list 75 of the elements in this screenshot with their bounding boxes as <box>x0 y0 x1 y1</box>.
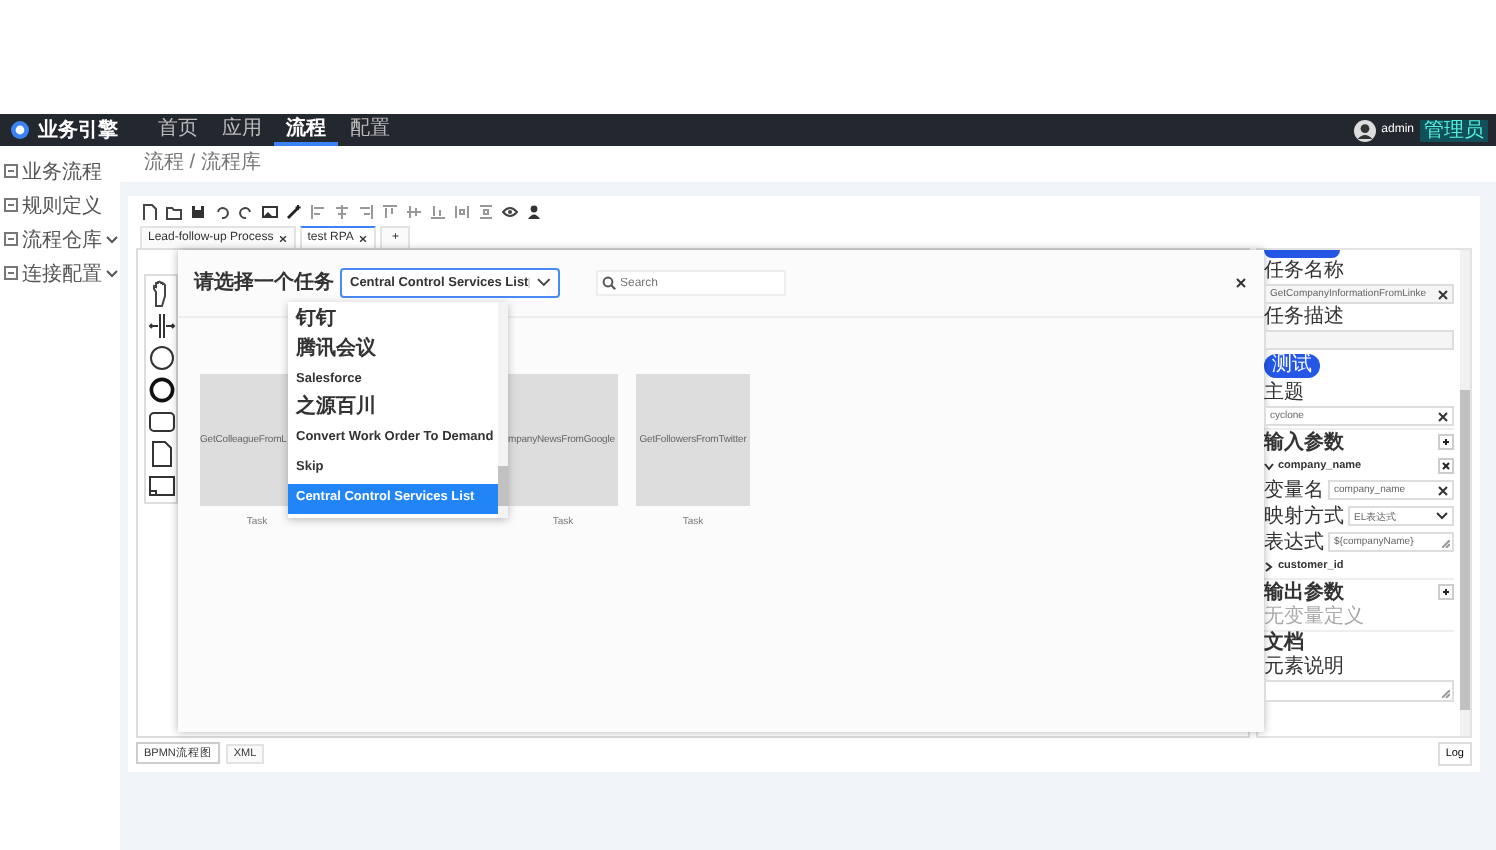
role-badge: 管理员 <box>1420 119 1488 141</box>
task-shape-icon[interactable] <box>147 408 175 436</box>
sidebar-item[interactable]: 流程仓库 <box>0 222 120 256</box>
field-label: 表达式 <box>1264 531 1324 553</box>
close-icon[interactable] <box>1234 276 1248 290</box>
align-left-icon[interactable] <box>310 203 326 219</box>
folder-icon[interactable] <box>166 203 182 219</box>
menu-item-icon <box>4 232 18 246</box>
section-title: 文档 <box>1264 630 1454 654</box>
add-button[interactable] <box>1438 434 1454 450</box>
sidebar-item[interactable]: 规则定义 <box>0 188 120 222</box>
align-center-icon[interactable] <box>334 203 350 219</box>
close-icon[interactable] <box>357 233 368 243</box>
file-icon[interactable] <box>142 203 158 219</box>
field-label: 元素说明 <box>1264 656 1346 678</box>
field-label: 变量名 <box>1264 479 1324 501</box>
sidebar-item[interactable]: 业务流程 <box>0 154 120 188</box>
breadcrumb: 流程 / 流程库 <box>120 146 1496 182</box>
align-middle-icon[interactable] <box>406 203 422 219</box>
wand-icon[interactable] <box>286 203 302 219</box>
image-icon[interactable] <box>262 203 278 219</box>
align-top-icon[interactable] <box>382 203 398 219</box>
menu-item-icon <box>4 164 18 178</box>
space-tool-icon[interactable] <box>147 312 175 340</box>
distribute-horizontal-icon[interactable] <box>454 203 470 219</box>
scrollbar[interactable] <box>498 302 508 518</box>
end-event-icon[interactable] <box>147 376 175 404</box>
align-right-icon[interactable] <box>358 203 374 219</box>
data-object-icon[interactable] <box>147 440 175 468</box>
person-icon[interactable] <box>526 203 542 219</box>
add-button[interactable] <box>1438 584 1454 600</box>
save-icon[interactable] <box>190 203 206 219</box>
chevron-down-icon <box>106 235 118 243</box>
clear-icon <box>1438 289 1448 299</box>
resize-grip-icon <box>1442 690 1450 698</box>
field-label: 任务名称 <box>1264 260 1346 282</box>
field-label: 映射方式 <box>1264 505 1344 527</box>
redo-icon[interactable] <box>238 203 254 219</box>
resize-grip-icon <box>1442 540 1450 548</box>
field-label: 任务描述 <box>1264 306 1346 328</box>
scrollbar[interactable] <box>1460 250 1470 736</box>
delete-button[interactable] <box>1438 458 1454 474</box>
task-description-field[interactable] <box>1264 330 1454 350</box>
chevron-right-icon <box>1264 561 1274 571</box>
app-title: 业务引擎 <box>38 117 118 144</box>
dialog-title: 请选择一个任务 <box>194 271 334 295</box>
subprocess-icon[interactable] <box>147 472 175 500</box>
distribute-vertical-icon[interactable] <box>478 203 494 219</box>
close-icon[interactable] <box>277 233 288 243</box>
clear-icon <box>1438 485 1448 495</box>
chevron-down-icon <box>1436 512 1448 520</box>
nav-tab[interactable]: 首页 <box>146 114 210 146</box>
avatar-icon <box>1353 119 1376 141</box>
align-bottom-icon[interactable] <box>430 203 446 219</box>
start-event-icon[interactable] <box>147 344 175 372</box>
dropdown-option[interactable]: 钉钉 <box>288 306 498 336</box>
search-icon <box>602 276 616 290</box>
section-title: 输出参数 <box>1264 581 1344 603</box>
menu-item-icon <box>4 266 18 280</box>
eye-icon[interactable] <box>502 203 518 219</box>
chevron-down-icon <box>106 269 118 277</box>
field-label: 主题 <box>1264 382 1306 404</box>
dropdown-option[interactable]: 腾讯会议 <box>288 335 498 366</box>
test-button[interactable]: 测试 <box>1264 354 1320 378</box>
section-title: 输入参数 <box>1264 431 1344 453</box>
undo-icon[interactable] <box>214 203 230 219</box>
empty-message: 无变量定义 <box>1264 606 1366 628</box>
logo-icon <box>10 120 30 140</box>
nav-tab[interactable]: 配置 <box>338 114 402 146</box>
tab-pill[interactable] <box>1264 250 1340 258</box>
chevron-down-icon <box>1264 461 1274 471</box>
clear-icon <box>1438 411 1448 421</box>
nav-tab[interactable]: 应用 <box>210 114 274 146</box>
menu-item-icon <box>4 198 18 212</box>
sidebar-item[interactable]: 连接配置 <box>0 256 120 290</box>
